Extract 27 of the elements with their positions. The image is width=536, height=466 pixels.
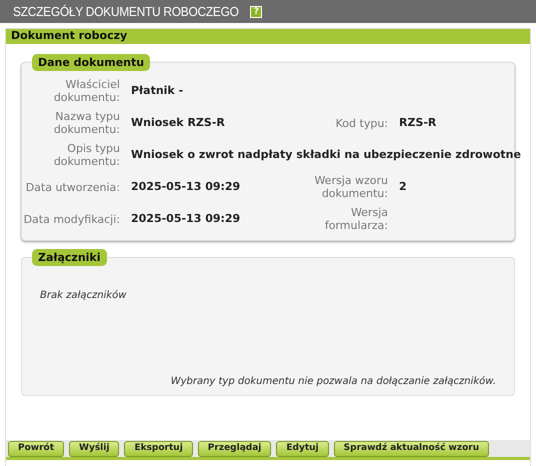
info-note: Wybrany typ dokumentu nie pozwala na dołączanie załączników. bbox=[170, 375, 496, 389]
panel-header: Dokument roboczy bbox=[6, 29, 530, 44]
field-label: Data modyfikacji: bbox=[22, 212, 120, 226]
section-title: Załączniki bbox=[32, 249, 107, 266]
field-value: RZS-R bbox=[399, 114, 436, 131]
page-title: SZCZEGÓŁY DOKUMENTU ROBOCZEGO bbox=[13, 2, 239, 21]
field-value: Wniosek RZS-R bbox=[131, 114, 225, 131]
field-label: Data utworzenia: bbox=[24, 180, 120, 194]
field-label: Opis typu dokumentu: bbox=[52, 142, 120, 168]
empty-message: Brak załączników bbox=[40, 289, 128, 303]
action-button[interactable]: Sprawdź aktualność wzoru bbox=[334, 440, 490, 456]
field-label: Właściciel dokumentu: bbox=[52, 78, 120, 104]
action-button[interactable]: Powrót bbox=[8, 440, 64, 456]
field-value: 2025-05-13 09:29 bbox=[131, 178, 240, 195]
field-label: Kod typu: bbox=[334, 116, 388, 130]
section-title: Dane dokumentu bbox=[32, 54, 150, 71]
field-value: 2 bbox=[399, 178, 407, 195]
field-label: Nazwa typu dokumentu: bbox=[52, 110, 120, 136]
action-button[interactable]: Edytuj bbox=[276, 440, 329, 456]
field-value: 2025-05-13 09:29 bbox=[131, 210, 240, 227]
field-value: Płatnik - bbox=[131, 82, 184, 99]
action-button[interactable]: Przeglądaj bbox=[198, 440, 272, 456]
field-label: Wersja formularza: bbox=[324, 206, 388, 232]
action-button[interactable]: Wyślij bbox=[69, 440, 120, 456]
field-value: Wniosek o zwrot nadpłaty składki na ubezpieczenie zdrowotne bbox=[131, 146, 521, 163]
action-button[interactable]: Eksportuj bbox=[124, 440, 193, 456]
field-label: Wersja wzoru dokumentu: bbox=[313, 174, 388, 200]
